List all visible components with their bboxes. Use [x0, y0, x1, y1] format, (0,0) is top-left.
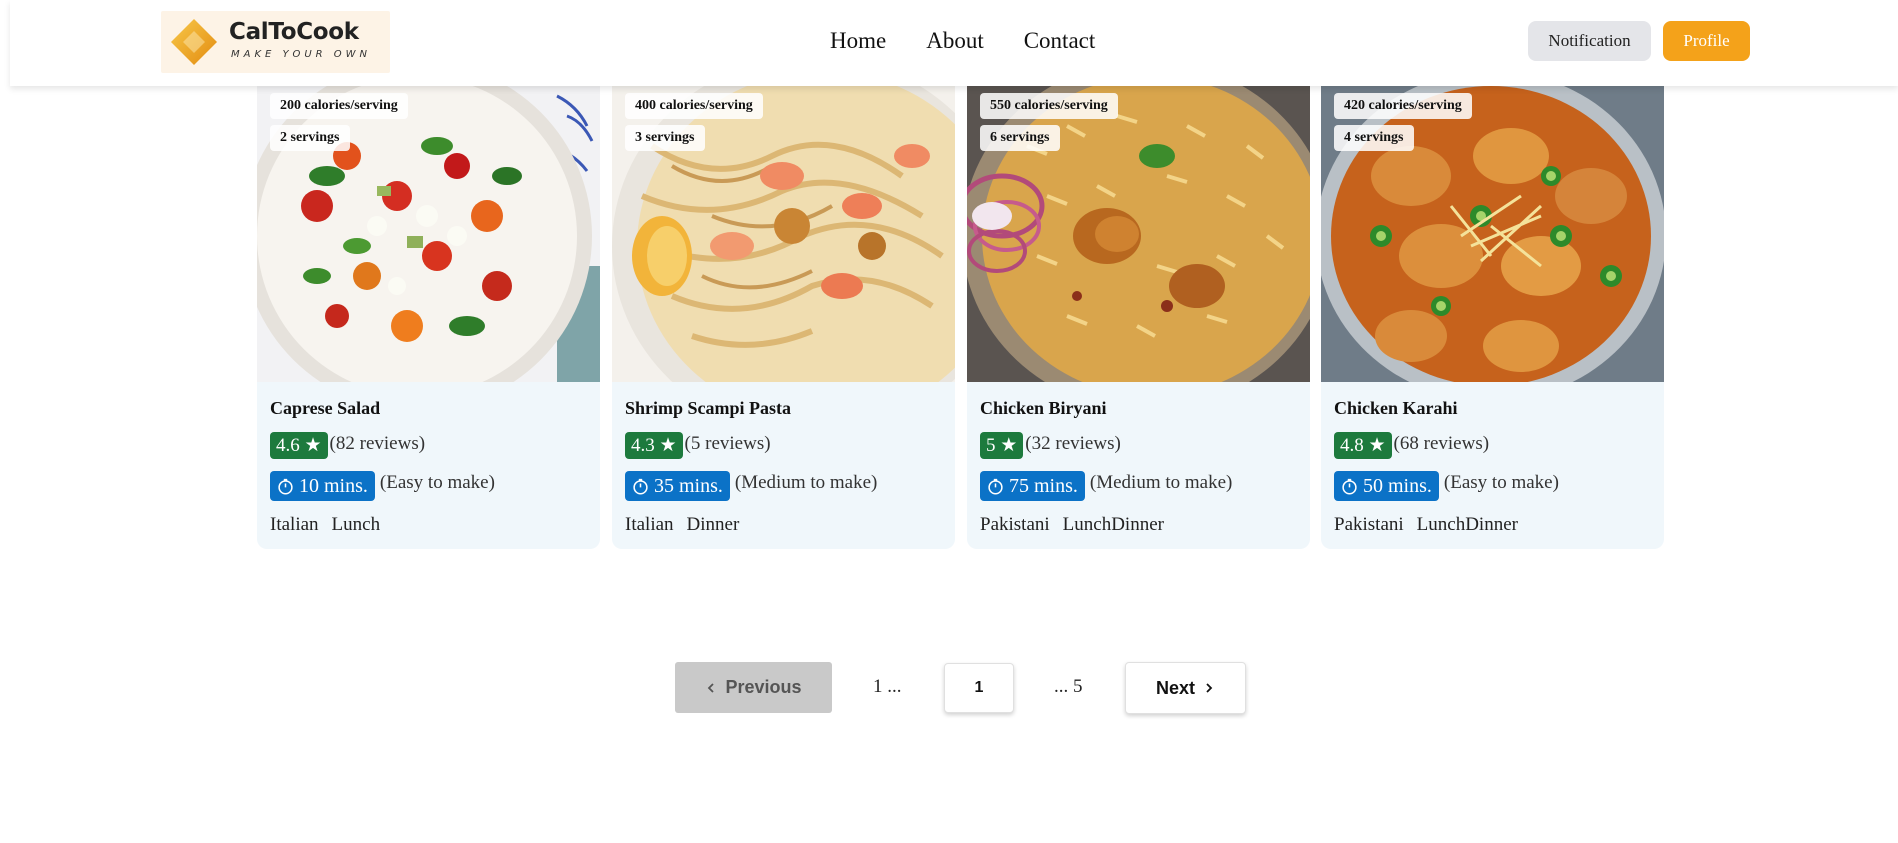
next-page-button[interactable]: Next — [1125, 662, 1246, 714]
stopwatch-icon — [988, 478, 1003, 494]
logo-diamond-icon — [171, 19, 217, 65]
previous-page-button[interactable]: Previous — [675, 662, 832, 713]
meal-tag: Dinner — [686, 514, 740, 535]
nav-contact[interactable]: Contact — [1024, 28, 1096, 58]
rating-badge: 4.3 ★ — [625, 432, 683, 459]
recipe-card[interactable]: 420 calories/serving 4 servings Chicken … — [1321, 86, 1664, 549]
servings-badge: 4 servings — [1334, 125, 1414, 151]
time-row: 75 mins. (Medium to make) — [980, 471, 1232, 501]
notification-button[interactable]: Notification — [1528, 21, 1651, 61]
time-row: 10 mins. (Easy to make) — [270, 471, 495, 501]
previous-label: Previous — [725, 677, 802, 697]
cuisine-tag: Pakistani — [1334, 514, 1404, 535]
rating-row: 4.6 ★ (82 reviews) — [270, 432, 425, 459]
difficulty-label: (Medium to make) — [1089, 472, 1233, 493]
servings-badge: 2 servings — [270, 125, 350, 151]
rating-row: 4.8 ★ (68 reviews) — [1334, 432, 1489, 459]
difficulty-label: (Medium to make) — [734, 472, 878, 493]
difficulty-label: (Easy to make) — [1443, 472, 1559, 493]
logo-tagline: MAKE YOUR OWN — [231, 49, 372, 60]
logo-title: CalToCook — [229, 19, 359, 45]
page-last-link[interactable]: ... 5 — [1054, 676, 1083, 698]
calories-badge: 400 calories/serving — [625, 93, 763, 119]
tag-row: Pakistani LunchDinner — [980, 514, 1164, 536]
page-first-link[interactable]: 1 ... — [873, 676, 902, 698]
calories-badge: 420 calories/serving — [1334, 93, 1472, 119]
recipe-card[interactable]: 550 calories/serving 6 servings Chicken … — [967, 86, 1310, 549]
meal-tag: LunchDinner — [1062, 514, 1164, 535]
calories-badge: 550 calories/serving — [980, 93, 1118, 119]
time-value: 75 mins. — [1009, 475, 1078, 497]
cuisine-tag: Italian — [625, 514, 674, 535]
review-count: (5 reviews) — [684, 432, 771, 454]
next-label: Next — [1155, 677, 1195, 698]
profile-button[interactable]: Profile — [1663, 21, 1750, 61]
servings-badge: 6 servings — [980, 125, 1060, 151]
recipe-title[interactable]: Caprese Salad — [270, 398, 380, 419]
stopwatch-icon — [633, 478, 648, 494]
chevron-right-icon — [1206, 683, 1213, 693]
review-count: (82 reviews) — [329, 432, 426, 454]
recipe-card[interactable]: 200 calories/serving 2 servings Caprese … — [257, 86, 600, 549]
tag-row: Pakistani LunchDinner — [1334, 514, 1518, 536]
nav-home[interactable]: Home — [830, 28, 886, 58]
recipe-title[interactable]: Shrimp Scampi Pasta — [625, 398, 791, 419]
cuisine-tag: Italian — [270, 514, 319, 535]
time-badge: 50 mins. — [1334, 471, 1439, 501]
difficulty-label: (Easy to make) — [379, 472, 495, 493]
time-row: 50 mins. (Easy to make) — [1334, 471, 1559, 501]
time-badge: 75 mins. — [980, 471, 1085, 501]
servings-badge: 3 servings — [625, 125, 705, 151]
nav-about[interactable]: About — [926, 28, 984, 58]
time-row: 35 mins. (Medium to make) — [625, 471, 877, 501]
main-nav: Home About Contact — [830, 28, 1095, 58]
rating-badge: 5 ★ — [980, 432, 1024, 459]
top-navbar: CalToCook MAKE YOUR OWN Home About Conta… — [10, 0, 1898, 86]
recipe-title[interactable]: Chicken Karahi — [1334, 398, 1458, 419]
time-value: 35 mins. — [654, 475, 723, 497]
meal-tag: LunchDinner — [1416, 514, 1518, 535]
time-badge: 35 mins. — [625, 471, 730, 501]
tag-row: Italian Dinner — [625, 514, 739, 536]
recipe-title[interactable]: Chicken Biryani — [980, 398, 1107, 419]
stopwatch-icon — [1342, 478, 1357, 494]
cuisine-tag: Pakistani — [980, 514, 1050, 535]
review-count: (68 reviews) — [1393, 432, 1490, 454]
stopwatch-icon — [278, 478, 293, 494]
rating-row: 4.3 ★ (5 reviews) — [625, 432, 771, 459]
recipe-card[interactable]: 400 calories/serving 3 servings Shrimp S… — [612, 86, 955, 549]
time-badge: 10 mins. — [270, 471, 375, 501]
time-value: 50 mins. — [1363, 475, 1432, 497]
tag-row: Italian Lunch — [270, 514, 380, 536]
time-value: 10 mins. — [299, 475, 368, 497]
rating-row: 5 ★ (32 reviews) — [980, 432, 1121, 459]
meal-tag: Lunch — [331, 514, 381, 535]
rating-badge: 4.8 ★ — [1334, 432, 1392, 459]
calories-badge: 200 calories/serving — [270, 93, 408, 119]
site-logo[interactable]: CalToCook MAKE YOUR OWN — [161, 11, 390, 73]
review-count: (32 reviews) — [1025, 432, 1121, 454]
current-page-button[interactable]: 1 — [944, 663, 1014, 713]
rating-badge: 4.6 ★ — [270, 432, 328, 459]
chevron-left-icon — [708, 682, 715, 693]
